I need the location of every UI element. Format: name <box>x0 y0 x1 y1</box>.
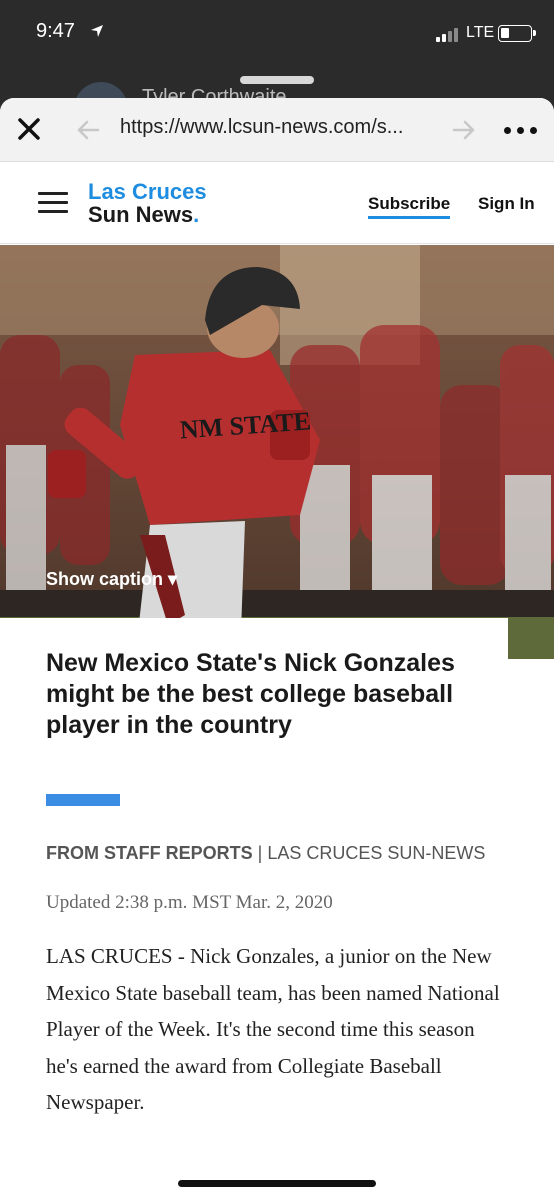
hero-photo: NM STATE Show caption ▾ <box>0 245 554 659</box>
byline-source: LAS CRUCES SUN-NEWS <box>262 843 486 863</box>
sign-in-link[interactable]: Sign In <box>478 194 535 214</box>
headline-accent-bar <box>46 794 120 806</box>
browser-toolbar: https://www.lcsun-news.com/s... <box>0 98 554 162</box>
forward-arrow-icon[interactable] <box>450 118 478 142</box>
byline-separator: | <box>252 843 263 863</box>
more-icon[interactable] <box>504 120 544 140</box>
byline: FROM STAFF REPORTS | LAS CRUCES SUN-NEWS <box>46 842 496 865</box>
article-headline: New Mexico State's Nick Gonzales might b… <box>46 649 455 739</box>
subscribe-link[interactable]: Subscribe <box>368 194 451 219</box>
updated-timestamp: Updated 2:38 p.m. MST Mar. 2, 2020 <box>46 892 333 913</box>
back-arrow-icon[interactable] <box>74 118 102 142</box>
article-content: New Mexico State's Nick Gonzales might b… <box>0 618 508 1198</box>
logo-line2: Sun News. <box>88 202 200 227</box>
baseball-player-image: NM STATE <box>0 245 554 659</box>
article-body: LAS CRUCES - Nick Gonzales, a junior on … <box>46 944 500 1114</box>
close-icon[interactable] <box>14 114 44 144</box>
status-time: 9:47 <box>36 20 75 42</box>
logo-line1: Las Cruces <box>88 179 207 204</box>
browser-sheet: https://www.lcsun-news.com/s... Las Cruc… <box>0 98 554 1200</box>
home-indicator[interactable] <box>178 1180 376 1187</box>
site-logo[interactable]: Las Cruces Sun News. <box>88 180 207 226</box>
status-bar: 9:47 LTE <box>0 0 554 70</box>
sheet-grabber-handle[interactable] <box>240 76 314 84</box>
location-arrow-icon <box>91 25 103 37</box>
signal-icon <box>436 26 462 42</box>
site-header: Las Cruces Sun News. Subscribe Sign In <box>0 162 554 244</box>
show-caption-button[interactable]: Show caption ▾ <box>46 569 177 590</box>
battery-icon <box>498 25 536 42</box>
menu-icon[interactable] <box>38 192 68 214</box>
network-label: LTE <box>466 24 495 41</box>
url-field[interactable]: https://www.lcsun-news.com/s... <box>120 116 403 139</box>
byline-staff: FROM STAFF REPORTS <box>46 843 253 863</box>
